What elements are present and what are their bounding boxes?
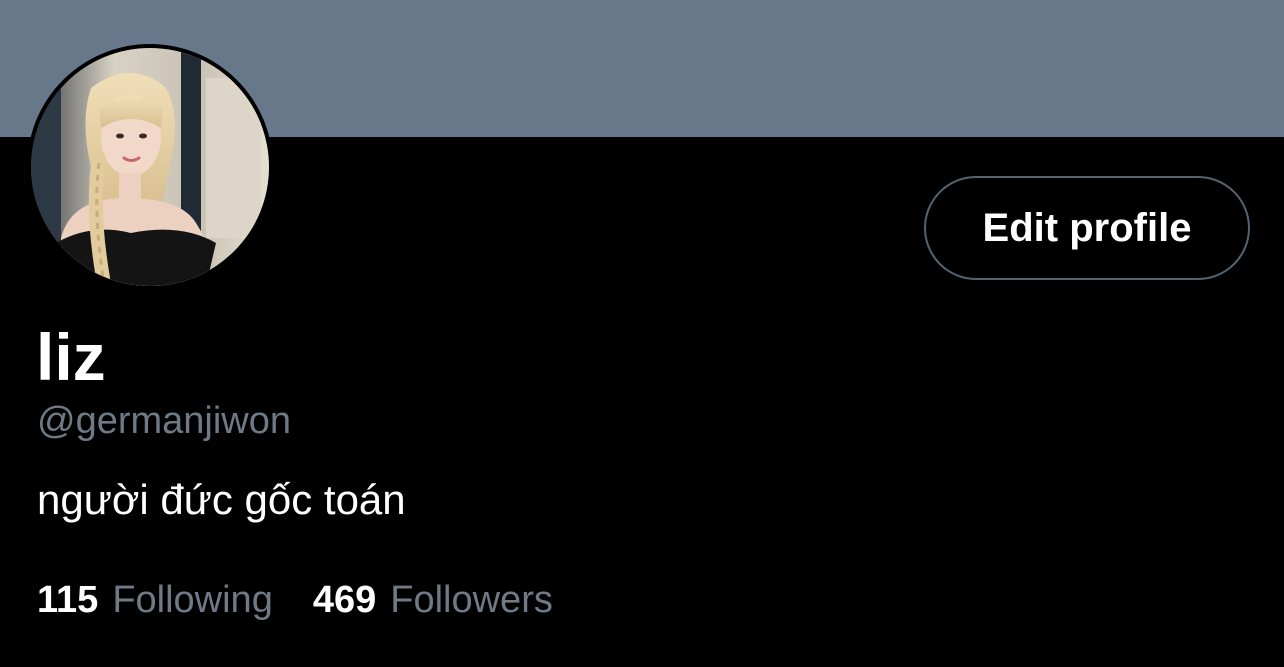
avatar[interactable] [27,44,273,290]
followers-label: Followers [390,579,553,621]
edit-profile-button[interactable]: Edit profile [924,176,1250,280]
profile-stats: 115 Following 469 Followers [37,576,553,624]
profile-bio: người đức gốc toán [37,476,406,523]
user-handle: @germanjiwon [37,400,292,442]
following-count: 115 [37,579,99,621]
followers-count: 469 [312,579,377,621]
following-link[interactable]: 115 Following [37,576,273,624]
display-name: liz [36,320,106,394]
avatar-photo [31,48,269,286]
following-label: Following [112,579,273,621]
followers-link[interactable]: 469 Followers [313,576,553,624]
